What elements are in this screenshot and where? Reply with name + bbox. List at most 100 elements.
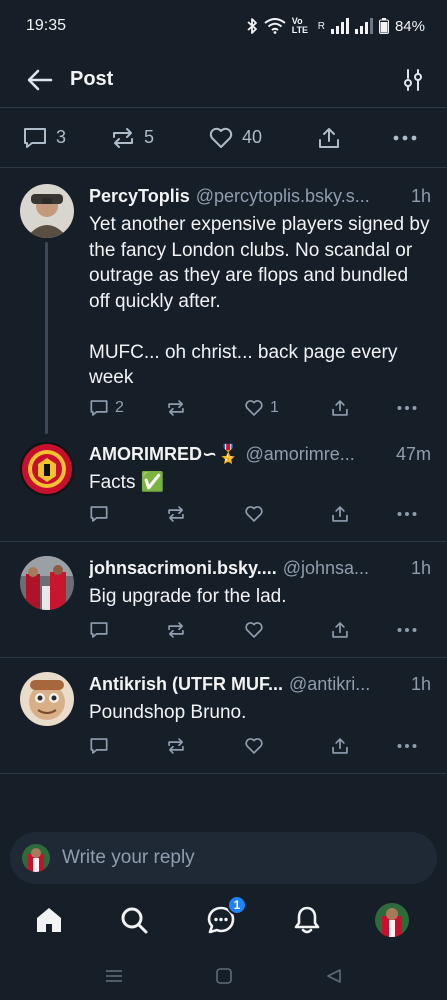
nav-search[interactable] [114, 900, 154, 940]
author-name[interactable]: PercyToplis [89, 184, 190, 208]
comment-icon [90, 506, 108, 522]
repost-button[interactable] [166, 736, 186, 756]
reply-post[interactable]: Antikrish (UTFR MUF... @antikri... 1h Po… [0, 658, 447, 774]
share-button[interactable] [330, 736, 350, 756]
reply-post[interactable]: johnsacrimoni.bsky.... @johnsa... 1h Big… [0, 542, 447, 658]
repost-icon [168, 622, 184, 638]
author-handle[interactable]: @amorimre... [246, 442, 390, 466]
back-nav-button[interactable] [324, 966, 344, 986]
nav-profile[interactable] [372, 900, 412, 940]
nav-home[interactable] [29, 900, 69, 940]
reply-button[interactable] [89, 504, 109, 524]
battery-percent: 84% [394, 17, 425, 35]
more-options-button[interactable] [397, 511, 417, 517]
reply-post[interactable]: AMORIMRED∽🎖️ @amorimre... 47m Facts ✅ [0, 430, 447, 542]
reply-post[interactable]: PercyToplis @percytoplis.bsky.s... 1h Ye… [0, 168, 447, 434]
back-triangle-icon [327, 969, 341, 983]
comment-icon [90, 400, 108, 416]
thread-settings-button[interactable] [397, 64, 429, 96]
bottom-nav: 1 [0, 888, 447, 952]
share-button[interactable] [316, 126, 342, 150]
more-horizontal-icon [393, 135, 417, 140]
page-title: Post [70, 68, 114, 90]
reply-input-placeholder[interactable]: Write your reply [62, 847, 195, 869]
post-text: Poundshop Bruno. [89, 702, 247, 723]
more-options-button[interactable] [397, 743, 417, 749]
reply-composer[interactable]: Write your reply [10, 832, 437, 884]
home-button[interactable] [214, 966, 234, 986]
post-text: Yet another expensive players signed by … [89, 214, 430, 388]
heart-icon [209, 127, 233, 148]
more-options-button[interactable] [397, 405, 417, 411]
repost-button[interactable] [166, 504, 186, 524]
more-options-button[interactable] [393, 135, 417, 141]
author-name[interactable]: johnsacrimoni.bsky.... [89, 556, 277, 580]
status-icons: Vo LTE R 84% [246, 17, 425, 35]
like-count: 1 [270, 399, 279, 416]
reply-count: 2 [115, 399, 124, 416]
more-options-button[interactable] [397, 627, 417, 633]
repost-button[interactable] [166, 620, 186, 640]
repost-icon [168, 506, 184, 522]
repost-button[interactable] [166, 398, 186, 418]
author-name[interactable]: AMORIMRED∽🎖️ [89, 442, 240, 466]
author-name[interactable]: Antikrish (UTFR MUF... [89, 672, 283, 696]
comment-icon [24, 127, 46, 148]
back-button[interactable] [24, 64, 56, 96]
thread-line [45, 242, 48, 434]
square-icon [216, 968, 232, 984]
like-button[interactable]: 1 [244, 398, 279, 418]
battery-icon [378, 18, 389, 34]
reply-button[interactable]: 2 [89, 398, 124, 418]
chat-unread-badge: 1 [227, 895, 247, 915]
avatar [22, 844, 50, 872]
post-header: Post [0, 52, 447, 108]
author-handle[interactable]: @johnsa... [283, 556, 405, 580]
volte-label: Vo LTE [291, 16, 309, 35]
author-handle[interactable]: @antikri... [289, 672, 405, 696]
like-button[interactable] [244, 620, 264, 640]
avatar[interactable] [20, 442, 74, 496]
post-time: 1h [410, 674, 431, 694]
share-button[interactable] [330, 620, 350, 640]
repost-icon [168, 738, 184, 754]
post-text: Big upgrade for the lad. [89, 586, 287, 607]
avatar[interactable] [20, 184, 74, 238]
author-handle[interactable]: @percytoplis.bsky.s... [196, 184, 405, 208]
reply-button[interactable] [89, 620, 109, 640]
wifi-icon [264, 18, 286, 34]
more-horizontal-icon [397, 406, 417, 410]
nav-notifications[interactable] [287, 900, 327, 940]
like-count: 40 [242, 127, 263, 147]
share-icon [332, 622, 348, 638]
more-horizontal-icon [397, 628, 417, 632]
avatar[interactable] [20, 556, 74, 610]
share-icon [319, 127, 340, 148]
share-button[interactable] [330, 398, 350, 418]
reply-button[interactable] [89, 736, 109, 756]
post-text: Facts ✅ [89, 472, 165, 493]
signal-icon [330, 18, 349, 34]
reply-count-button[interactable]: 3 [22, 126, 66, 150]
repost-icon [168, 400, 184, 416]
more-horizontal-icon [397, 512, 417, 516]
recents-button[interactable] [104, 966, 124, 986]
status-bar: 19:35 Vo LTE R 84% [0, 0, 447, 52]
more-horizontal-icon [397, 744, 417, 748]
avatar[interactable] [20, 672, 74, 726]
reply-count: 3 [56, 127, 67, 147]
share-icon [332, 506, 348, 522]
repost-count-button[interactable]: 5 [110, 126, 154, 150]
nav-chat[interactable]: 1 [201, 895, 247, 940]
share-button[interactable] [330, 504, 350, 524]
heart-icon [245, 506, 263, 522]
heart-icon [245, 400, 263, 416]
arrow-left-icon [27, 69, 53, 90]
like-button[interactable] [244, 736, 264, 756]
like-count-button[interactable]: 40 [208, 126, 262, 150]
post-time: 47m [395, 444, 431, 464]
system-nav-bar [0, 952, 447, 1000]
home-icon [37, 908, 61, 932]
like-button[interactable] [244, 504, 264, 524]
bluetooth-icon [246, 17, 258, 35]
